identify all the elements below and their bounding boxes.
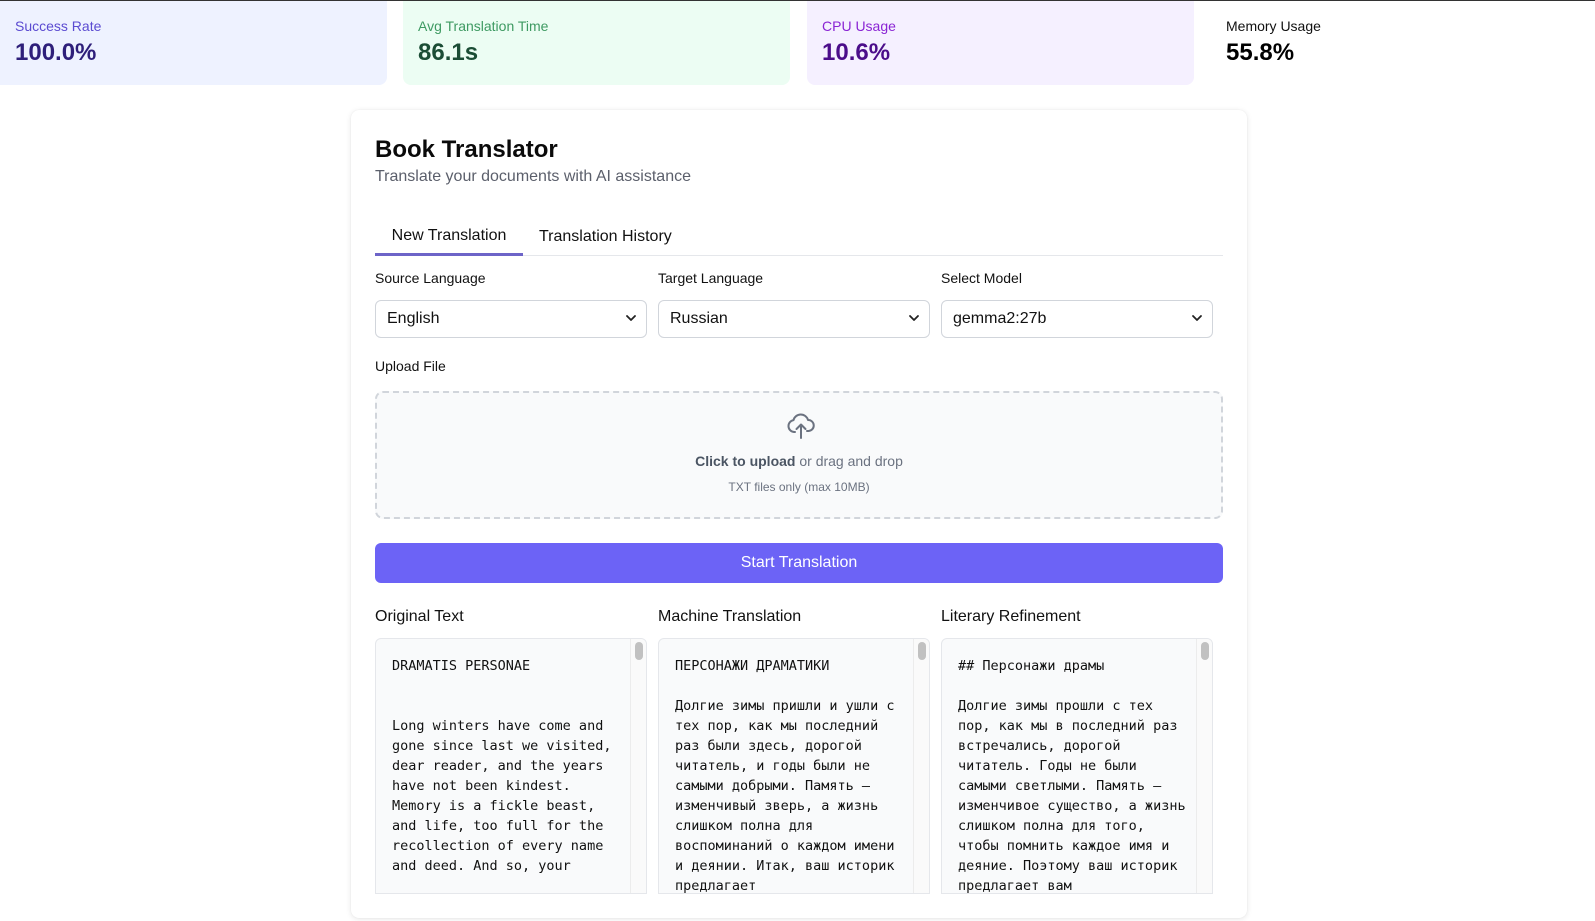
original-text-box[interactable]: DRAMATIS PERSONAE Long winters have come… xyxy=(375,638,647,894)
original-text-content: DRAMATIS PERSONAE Long winters have come… xyxy=(392,658,612,874)
page-title: Book Translator xyxy=(375,136,558,163)
literary-refinement-box[interactable]: ## Персонажи драмы Долгие зимы прошли с … xyxy=(941,638,1213,894)
stat-card-memory-usage: Memory Usage 55.8% xyxy=(1211,1,1595,85)
stats-bar: Success Rate 100.0% Avg Translation Time… xyxy=(0,1,1595,85)
target-language-value: Russian xyxy=(670,310,728,327)
machine-translation-box[interactable]: ПЕРСОНАЖИ ДРАМАТИКИ Долгие зимы пришли и… xyxy=(658,638,930,894)
translator-panel: Book Translator Translate your documents… xyxy=(351,110,1247,918)
scrollbar-thumb[interactable] xyxy=(1201,642,1209,660)
stat-label: Success Rate xyxy=(15,18,102,34)
scrollbar-thumb[interactable] xyxy=(918,642,926,660)
file-dropzone[interactable]: Click to upload or drag and drop TXT fil… xyxy=(375,391,1223,519)
upload-instructions: Click to upload or drag and drop xyxy=(377,453,1221,469)
stat-value: 55.8% xyxy=(1226,39,1295,66)
tab-new-translation[interactable]: New Translation xyxy=(375,218,523,256)
target-language-select[interactable]: Russian xyxy=(658,300,930,338)
stat-label: Avg Translation Time xyxy=(418,18,549,34)
scrollbar[interactable] xyxy=(913,639,929,893)
model-value: gemma2:27b xyxy=(953,310,1047,327)
source-language-label: Source Language xyxy=(375,270,486,286)
scrollbar-thumb[interactable] xyxy=(635,642,643,660)
chevron-down-icon xyxy=(626,315,636,321)
upload-file-label: Upload File xyxy=(375,358,446,374)
tab-translation-history[interactable]: Translation History xyxy=(523,218,688,256)
click-to-upload-link[interactable]: Click to upload xyxy=(695,453,795,469)
drag-drop-text: or drag and drop xyxy=(795,453,903,469)
upload-hint: TXT files only (max 10MB) xyxy=(728,480,870,494)
source-language-value: English xyxy=(387,310,440,327)
stat-value: 100.0% xyxy=(15,39,97,66)
model-select[interactable]: gemma2:27b xyxy=(941,300,1213,338)
tab-bar: New Translation Translation History xyxy=(375,218,1223,256)
stat-card-success-rate: Success Rate 100.0% xyxy=(0,1,387,85)
literary-refinement-content: ## Персонажи драмы Долгие зимы прошли с … xyxy=(958,658,1186,894)
stat-label: CPU Usage xyxy=(822,18,896,34)
chevron-down-icon xyxy=(909,315,919,321)
stat-label: Memory Usage xyxy=(1226,18,1321,34)
chevron-down-icon xyxy=(1192,315,1202,321)
stat-value: 10.6% xyxy=(822,39,891,66)
scrollbar[interactable] xyxy=(1196,639,1212,893)
start-translation-button[interactable]: Start Translation xyxy=(375,543,1223,583)
literary-refinement-title: Literary Refinement xyxy=(941,608,1081,625)
page-subtitle: Translate your documents with AI assista… xyxy=(375,168,691,185)
scrollbar[interactable] xyxy=(630,639,646,893)
machine-translation-title: Machine Translation xyxy=(658,608,802,625)
source-language-select[interactable]: English xyxy=(375,300,647,338)
original-text-title: Original Text xyxy=(375,608,464,625)
model-label: Select Model xyxy=(941,270,1022,286)
stat-card-avg-time: Avg Translation Time 86.1s xyxy=(403,1,790,85)
cloud-upload-icon xyxy=(787,413,815,439)
machine-translation-content: ПЕРСОНАЖИ ДРАМАТИКИ Долгие зимы пришли и… xyxy=(675,658,895,894)
target-language-label: Target Language xyxy=(658,270,764,286)
stat-card-cpu-usage: CPU Usage 10.6% xyxy=(807,1,1194,85)
stat-value: 86.1s xyxy=(418,39,479,66)
